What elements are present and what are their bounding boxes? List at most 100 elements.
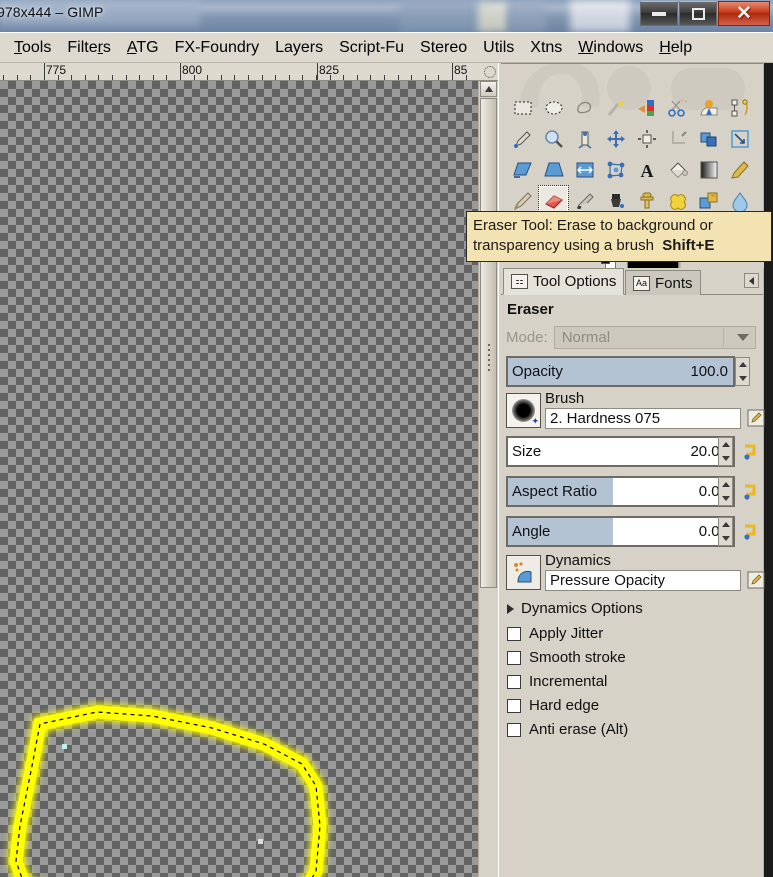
tab-fonts[interactable]: Aa Fonts xyxy=(625,270,701,295)
scissors-select-icon xyxy=(667,99,687,117)
reset-size-icon[interactable] xyxy=(741,443,759,461)
perspective-icon xyxy=(543,162,564,176)
desktop-backdrop-blur xyxy=(508,2,546,32)
free-select-icon[interactable] xyxy=(569,92,600,123)
image-canvas[interactable] xyxy=(0,81,478,877)
scroll-up-button[interactable] xyxy=(480,81,497,97)
checkbox-icon[interactable] xyxy=(507,722,521,737)
minimize-button[interactable] xyxy=(640,1,678,26)
checkbox-apply-jitter[interactable]: Apply Jitter xyxy=(507,625,603,642)
menu-layers[interactable]: Layers xyxy=(267,37,331,59)
angle-stepper[interactable] xyxy=(718,517,733,546)
checkbox-icon[interactable] xyxy=(507,674,521,689)
checkbox-smooth-stroke[interactable]: Smooth stroke xyxy=(507,649,626,666)
reset-angle-icon[interactable] xyxy=(741,523,759,541)
menu-xtns[interactable]: Xtns xyxy=(522,37,570,59)
menu-windows[interactable]: Windows xyxy=(570,37,651,59)
canvas-vertical-scrollbar[interactable] xyxy=(478,81,498,877)
brush-badge-icon: ✦ xyxy=(531,416,539,426)
menu-atg[interactable]: ATG xyxy=(119,37,167,59)
menu-fx-foundry[interactable]: FX-Foundry xyxy=(167,37,267,59)
scale-icon[interactable] xyxy=(724,123,755,154)
close-icon: ✕ xyxy=(736,3,752,24)
rect-select-icon[interactable] xyxy=(507,92,538,123)
brush-value[interactable]: 2. Hardness 075 xyxy=(545,408,741,429)
checkbox-hard-edge[interactable]: Hard edge xyxy=(507,697,599,714)
stepper-up-icon[interactable] xyxy=(719,518,732,532)
perspective-icon[interactable] xyxy=(538,154,569,185)
scrollbar-thumb[interactable] xyxy=(480,98,497,588)
opacity-slider[interactable]: Opacity 100.0 xyxy=(506,356,735,387)
measure-icon[interactable] xyxy=(569,123,600,154)
ellipse-select-icon[interactable] xyxy=(538,92,569,123)
tooltip-shortcut: Shift+E xyxy=(662,236,715,254)
tab-menu-button[interactable] xyxy=(744,273,759,288)
tab-tool-options[interactable]: ⚏ Tool Options xyxy=(503,268,625,295)
text-icon[interactable]: A xyxy=(631,154,662,185)
horizontal-ruler[interactable]: 775 800 825 85 xyxy=(0,63,498,81)
heal-icon xyxy=(669,193,686,210)
flip-icon[interactable] xyxy=(569,154,600,185)
opacity-stepper[interactable] xyxy=(735,357,750,386)
menu-filters[interactable]: Filters xyxy=(59,37,119,59)
crop-icon[interactable] xyxy=(662,123,693,154)
size-stepper[interactable] xyxy=(718,437,733,466)
brush-preview[interactable]: ✦ xyxy=(506,393,541,428)
move-icon[interactable] xyxy=(600,123,631,154)
menu-help[interactable]: Help xyxy=(651,37,700,59)
checkbox-incremental[interactable]: Incremental xyxy=(507,673,607,690)
dynamics-value[interactable]: Pressure Opacity xyxy=(545,570,741,591)
bucket-fill-icon[interactable] xyxy=(662,154,693,185)
dynamics-label: Dynamics xyxy=(545,552,611,569)
text-icon: A xyxy=(640,161,653,181)
menu-utils[interactable]: Utils xyxy=(475,37,522,59)
zoom-icon[interactable] xyxy=(538,123,569,154)
cage-transform-icon[interactable] xyxy=(600,154,631,185)
paths-icon[interactable] xyxy=(724,92,755,123)
checkbox-icon[interactable] xyxy=(507,698,521,713)
close-button[interactable]: ✕ xyxy=(718,1,770,26)
checkbox-icon[interactable] xyxy=(507,650,521,665)
edit-brush-icon[interactable] xyxy=(747,409,765,427)
stepper-up-icon[interactable] xyxy=(719,478,732,492)
ruler-tick xyxy=(85,75,86,80)
zoom-icon xyxy=(544,129,563,148)
checkbox-anti-erase[interactable]: Anti erase (Alt) xyxy=(507,721,628,738)
dynamics-preview[interactable] xyxy=(506,555,541,590)
menu-tools[interactable]: Tools xyxy=(6,37,59,59)
stepper-down-icon[interactable] xyxy=(719,532,732,546)
gradient-icon[interactable] xyxy=(693,154,724,185)
shear-icon[interactable] xyxy=(507,154,538,185)
chevron-down-icon xyxy=(723,327,754,347)
stepper-down-icon[interactable] xyxy=(719,452,732,466)
mode-combobox[interactable]: Normal xyxy=(553,325,756,349)
flip-icon xyxy=(576,162,593,177)
menu-script-fu[interactable]: Script-Fu xyxy=(331,37,412,59)
reset-aspect-ratio-icon[interactable] xyxy=(741,483,759,501)
stepper-down-icon[interactable] xyxy=(719,492,732,506)
size-field[interactable]: Size 20.00 xyxy=(506,436,735,467)
tool-grid[interactable]: A xyxy=(507,92,759,216)
checkbox-label: Apply Jitter xyxy=(529,625,604,642)
checkbox-icon[interactable] xyxy=(507,626,521,641)
stepper-down-icon[interactable] xyxy=(736,372,749,386)
alignment-icon[interactable] xyxy=(631,123,662,154)
fuzzy-select-icon[interactable] xyxy=(600,92,631,123)
menu-stereo[interactable]: Stereo xyxy=(412,37,475,59)
color-picker-icon[interactable] xyxy=(507,123,538,154)
ruler-zoom-corner[interactable] xyxy=(482,63,498,80)
rotate-icon[interactable] xyxy=(693,123,724,154)
ruler-tick xyxy=(384,75,385,80)
aspect-ratio-stepper[interactable] xyxy=(718,477,733,506)
scissors-select-icon[interactable] xyxy=(662,92,693,123)
pencil-icon[interactable] xyxy=(724,154,755,185)
select-by-color-icon[interactable] xyxy=(631,92,662,123)
angle-field[interactable]: Angle 0.00 xyxy=(506,516,735,547)
aspect-ratio-field[interactable]: Aspect Ratio 0.00 xyxy=(506,476,735,507)
edit-dynamics-icon[interactable] xyxy=(747,571,765,589)
stepper-up-icon[interactable] xyxy=(736,358,749,372)
stepper-up-icon[interactable] xyxy=(719,438,732,452)
foreground-select-icon[interactable] xyxy=(693,92,724,123)
maximize-button[interactable] xyxy=(679,1,717,26)
dynamics-options-expander[interactable]: Dynamics Options xyxy=(507,600,643,617)
